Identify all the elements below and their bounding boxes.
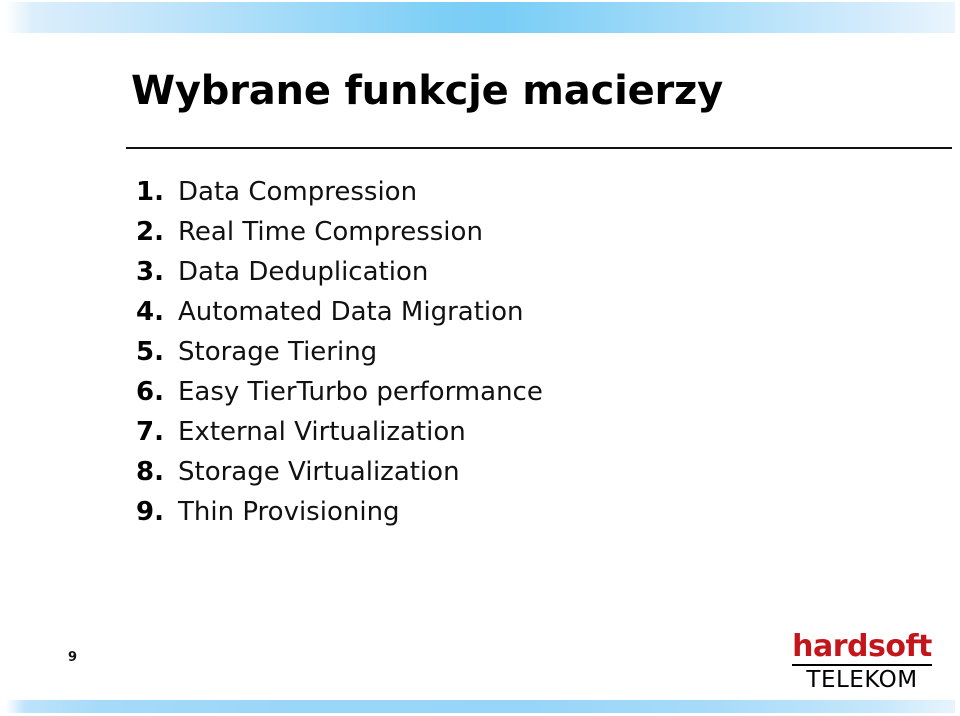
list-item-number: 6. xyxy=(136,377,164,407)
presentation-slide: Wybrane funkcje macierzy 1. Data Compress… xyxy=(0,0,960,716)
list-item-number: 1. xyxy=(136,177,164,207)
list-item: 6. Easy TierTurbo performance xyxy=(136,372,836,412)
list-item: 3. Data Deduplication xyxy=(136,252,836,292)
top-banner-decoration xyxy=(5,2,955,33)
list-item: 5. Storage Tiering xyxy=(136,332,836,372)
title-divider xyxy=(126,147,952,149)
list-item-label: Data Deduplication xyxy=(178,257,429,287)
list-item-number: 9. xyxy=(136,497,164,527)
list-item: 9. Thin Provisioning xyxy=(136,492,836,532)
list-item-number: 7. xyxy=(136,417,164,447)
list-item-number: 2. xyxy=(136,217,164,247)
logo-wordmark: hardsoft xyxy=(792,629,932,664)
list-item: 8. Storage Virtualization xyxy=(136,452,836,492)
list-item-number: 3. xyxy=(136,257,164,287)
page-number: 9 xyxy=(68,650,78,665)
list-item: 1. Data Compression xyxy=(136,172,836,212)
list-item-label: Storage Tiering xyxy=(178,337,378,367)
logo-divider xyxy=(792,664,932,666)
list-item-label: Storage Virtualization xyxy=(178,457,460,487)
list-item-label: External Virtualization xyxy=(178,417,466,447)
slide-title: Wybrane funkcje macierzy xyxy=(131,68,724,114)
list-item-label: Thin Provisioning xyxy=(178,497,400,527)
list-item: 2. Real Time Compression xyxy=(136,212,836,252)
list-item-number: 8. xyxy=(136,457,164,487)
list-item: 4. Automated Data Migration xyxy=(136,292,836,332)
numbered-feature-list: 1. Data Compression 2. Real Time Compressi… xyxy=(136,172,836,532)
logo-subtitle: TELEKOM xyxy=(806,667,918,693)
list-item-label: Data Compression xyxy=(178,177,418,207)
list-item-label: Easy TierTurbo performance xyxy=(178,377,543,407)
list-item-number: 4. xyxy=(136,297,164,327)
hardsoft-telekom-logo: hardsoft TELEKOM xyxy=(792,632,932,693)
list-item-number: 5. xyxy=(136,337,164,367)
list-item: 7. External Virtualization xyxy=(136,412,836,452)
bottom-bar-decoration xyxy=(6,700,955,713)
list-item-label: Automated Data Migration xyxy=(178,297,524,327)
list-item-label: Real Time Compression xyxy=(178,217,483,247)
